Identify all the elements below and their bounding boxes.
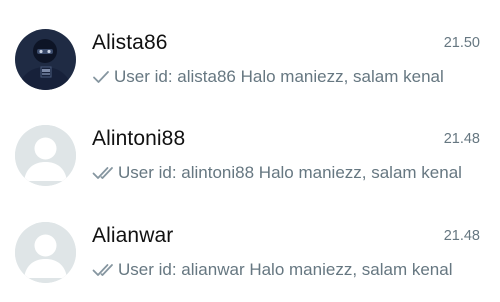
avatar-default[interactable] bbox=[15, 125, 76, 186]
contact-name: Alintoni88 bbox=[92, 127, 186, 150]
message-preview-text: User id: alista86 Halo maniezz, salam ke… bbox=[114, 67, 444, 86]
single-check-icon bbox=[92, 70, 110, 84]
message-preview: User id: alintoni88 Halo maniezz, salam … bbox=[92, 161, 477, 185]
message-time: 21.48 bbox=[443, 131, 480, 147]
message-time: 21.48 bbox=[443, 228, 480, 244]
profile-photo-icon bbox=[15, 29, 76, 90]
message-preview-text: User id: alianwar Halo maniezz, salam ke… bbox=[118, 260, 453, 279]
message-preview: User id: alista86 Halo maniezz, salam ke… bbox=[92, 65, 477, 89]
contact-name: Alianwar bbox=[92, 224, 174, 247]
contact-name: Alista86 bbox=[92, 31, 168, 54]
chat-row-alista86[interactable]: Alista86 21.50 User id: alista86 Halo ma… bbox=[0, 9, 500, 105]
chat-list: Alista86 21.50 User id: alista86 Halo ma… bbox=[0, 0, 500, 302]
message-preview: User id: alianwar Halo maniezz, salam ke… bbox=[92, 258, 477, 282]
chat-row-alintoni88[interactable]: Alintoni88 21.48 User id: alintoni88 Hal… bbox=[0, 105, 500, 201]
double-check-icon bbox=[92, 166, 114, 180]
chat-row-alianwar[interactable]: Alianwar 21.48 User id: alianwar Halo ma… bbox=[0, 202, 500, 298]
avatar-default[interactable] bbox=[15, 222, 76, 283]
message-preview-text: User id: alintoni88 Halo maniezz, salam … bbox=[118, 163, 462, 182]
message-time: 21.50 bbox=[443, 35, 480, 51]
default-avatar-icon bbox=[15, 222, 76, 283]
default-avatar-icon bbox=[15, 125, 76, 186]
double-check-icon bbox=[92, 263, 114, 277]
avatar-photo[interactable] bbox=[15, 29, 76, 90]
